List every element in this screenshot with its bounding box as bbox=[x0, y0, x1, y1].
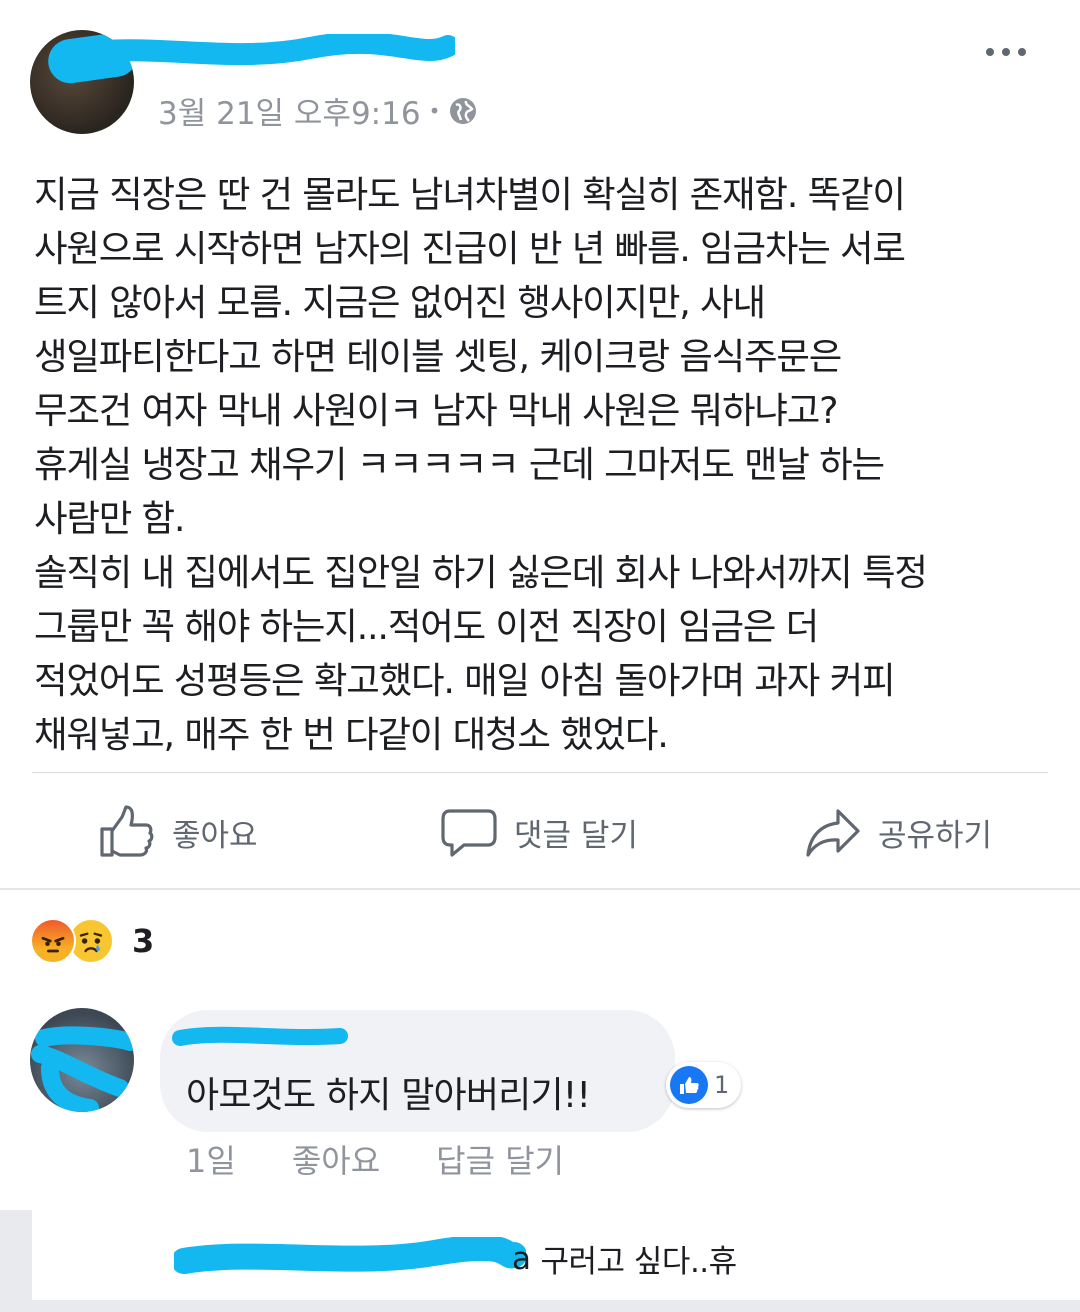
share-arrow-icon bbox=[806, 809, 860, 857]
comment-label: 댓글 달기 bbox=[514, 817, 638, 854]
reply-thread-line bbox=[0, 1210, 32, 1312]
comment-like-count: 1 bbox=[714, 1071, 730, 1099]
like-label: 좋아요 bbox=[172, 817, 258, 854]
commenter-name-redaction bbox=[172, 1026, 348, 1046]
author-name-redaction bbox=[70, 34, 455, 66]
reactions-summary[interactable]: 3 bbox=[30, 918, 154, 964]
post-header: 3월 21일 오후9:16 • bbox=[0, 0, 1080, 150]
reply-author-fragment: a bbox=[512, 1240, 531, 1277]
reply-author-redaction bbox=[174, 1236, 526, 1274]
post-meta: 3월 21일 오후9:16 • bbox=[158, 88, 478, 133]
thumbs-up-icon bbox=[100, 805, 154, 857]
commenter-avatar[interactable] bbox=[30, 1008, 134, 1112]
like-badge-icon bbox=[670, 1066, 708, 1104]
comment-button[interactable]: 댓글 달기 bbox=[440, 802, 638, 862]
reaction-count: 3 bbox=[132, 922, 155, 960]
reply-preview[interactable]: a 구러고 싶다..휴 bbox=[174, 1236, 737, 1281]
angry-reaction-icon bbox=[30, 918, 76, 964]
meta-separator: • bbox=[428, 98, 441, 123]
globe-icon bbox=[450, 97, 477, 124]
post-date[interactable]: 3월 21일 오후9:16 bbox=[158, 88, 421, 133]
speech-bubble-icon bbox=[441, 809, 497, 857]
more-options-icon[interactable] bbox=[986, 40, 1030, 64]
reply-bottom-bar bbox=[32, 1300, 1080, 1312]
comment-like-count-badge[interactable]: 1 bbox=[666, 1062, 742, 1108]
comment-like-link[interactable]: 좋아요 bbox=[292, 1136, 380, 1182]
section-divider bbox=[0, 888, 1080, 890]
share-button[interactable]: 공유하기 bbox=[804, 802, 992, 862]
reply-text: 구러고 싶다..휴 bbox=[540, 1244, 738, 1280]
comment-meta: 1일 좋아요 답글 달기 bbox=[186, 1136, 564, 1182]
comment-time: 1일 bbox=[186, 1142, 236, 1180]
comment-bubble: 아모것도 하지 말아버리기!! bbox=[160, 1010, 675, 1132]
share-label: 공유하기 bbox=[878, 817, 993, 854]
comment-text: 아모것도 하지 말아버리기!! bbox=[186, 1075, 591, 1116]
like-button[interactable]: 좋아요 bbox=[98, 802, 258, 862]
divider bbox=[32, 772, 1048, 773]
post-actions-bar: 좋아요 댓글 달기 공유하기 bbox=[0, 790, 1080, 876]
comment-reply-link[interactable]: 답글 달기 bbox=[436, 1136, 564, 1182]
post-body-text: 지금 직장은 딴 건 몰라도 남녀차별이 확실히 존재함. 똑같이 사원으로 시… bbox=[34, 173, 928, 756]
